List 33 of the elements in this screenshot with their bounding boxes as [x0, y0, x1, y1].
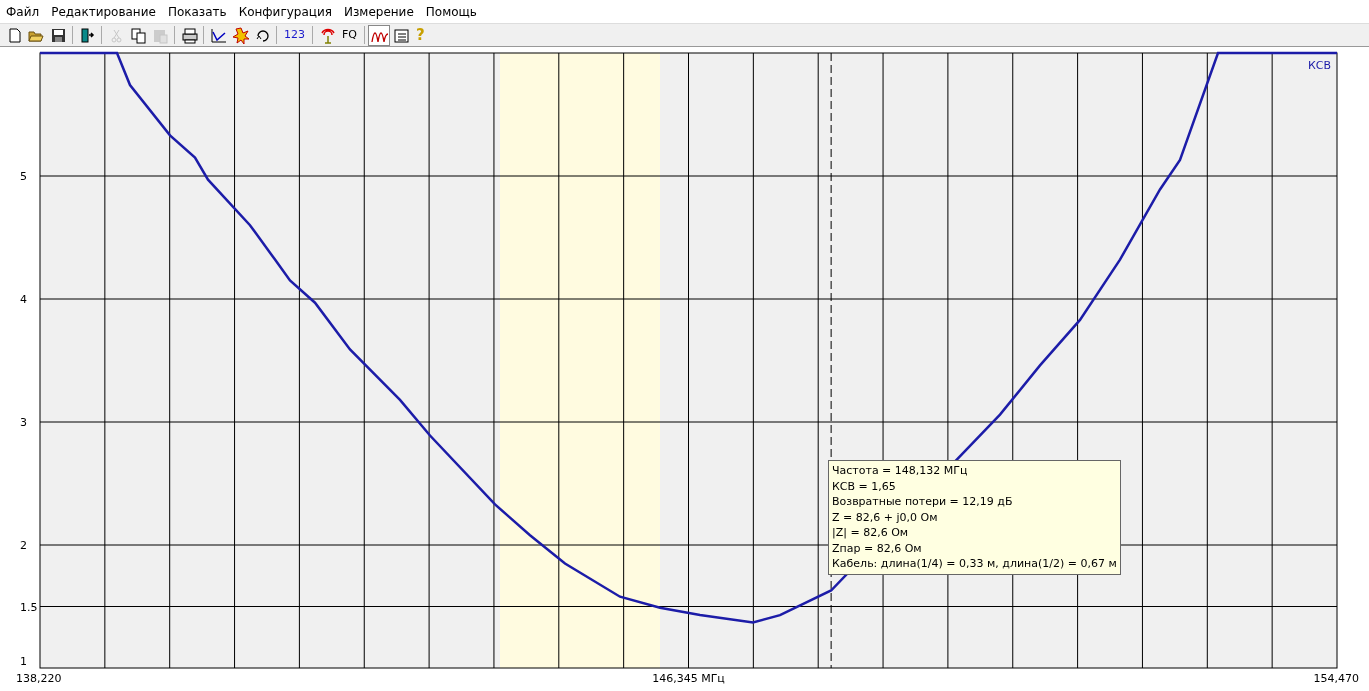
axis-label: 5	[20, 170, 27, 183]
axis-label: 2	[20, 539, 27, 552]
menu-item[interactable]: Показать	[161, 0, 233, 24]
export-icon	[78, 26, 96, 44]
readout-line: |Z| = 82,6 Ом	[832, 525, 910, 541]
axis-label: 1.5	[20, 600, 38, 614]
legend-label: КСВ	[1307, 59, 1331, 72]
copy-icon	[129, 26, 147, 44]
burst-icon	[231, 26, 249, 44]
toolbar-button[interactable]: FQ	[338, 24, 361, 46]
printer-icon	[180, 26, 198, 44]
axis-label: 146,345 МГц	[652, 672, 725, 685]
graph-icon	[209, 26, 227, 44]
readout-line: Возвратные потери = 12,19 дБ	[832, 494, 1014, 510]
menu-item[interactable]: Редактирование	[45, 0, 162, 24]
readout-line: Z = 82,6 + j0,0 Ом	[832, 509, 939, 525]
toolbar-button[interactable]: 123	[280, 24, 309, 46]
menu-item[interactable]: Файл	[0, 0, 46, 24]
axis-label: 3	[20, 416, 27, 429]
axis-label: 138,220	[16, 672, 62, 685]
axis-label: 1	[20, 655, 27, 668]
menu-item[interactable]: Помощь	[419, 0, 483, 24]
readout-line: Zпар = 82,6 Ом	[832, 540, 923, 556]
menu-item[interactable]: Измерение	[337, 0, 420, 24]
antenna-icon	[318, 26, 336, 44]
toolbar-button[interactable]	[368, 24, 390, 46]
axis-label: 154,470	[1313, 672, 1359, 685]
readout-line: КСВ = 1,65	[832, 478, 897, 494]
readout-line: Частота = 148,132 МГц	[832, 463, 969, 479]
list-icon	[392, 26, 410, 44]
axis-label: 4	[20, 293, 27, 306]
menu-item[interactable]: Конфигурация	[232, 0, 338, 24]
readout-line: Кабель: длина(1/4) = 0,33 м, длина(1/2) = 0,67 м	[832, 556, 1117, 572]
